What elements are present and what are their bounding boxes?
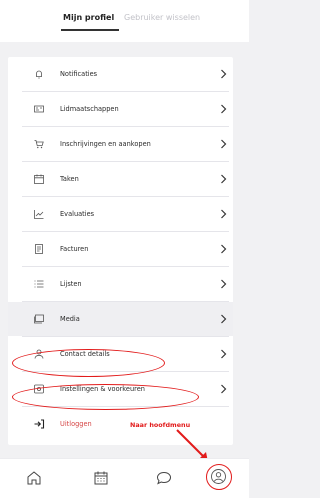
menu-item-facturen[interactable]: Facturen <box>8 232 233 266</box>
tab-gebruiker-wisselen[interactable]: Gebruiker wisselen <box>124 13 200 23</box>
chevron-right-icon <box>221 314 227 324</box>
chevron-right-icon <box>221 349 227 359</box>
profile-icon <box>211 469 226 484</box>
chevron-right-icon <box>221 174 227 184</box>
menu-item-taken[interactable]: Taken <box>8 162 233 196</box>
menu-item-evaluaties[interactable]: Evaluaties <box>8 197 233 231</box>
calendar-icon[interactable] <box>92 469 110 487</box>
list-icon <box>34 280 44 288</box>
chevron-right-icon <box>221 244 227 254</box>
top-tab-bar: Mijn profiel Gebruiker wisselen <box>0 0 249 42</box>
chevron-right-icon <box>221 104 227 114</box>
cart-icon <box>34 140 44 149</box>
active-tab-indicator <box>61 29 119 31</box>
menu-item-label: Facturen <box>60 245 89 253</box>
chevron-right-icon <box>221 69 227 79</box>
bell-icon <box>36 70 42 79</box>
media-icon <box>34 314 44 324</box>
chevron-right-icon <box>221 139 227 149</box>
menu-item-lidmaatschappen[interactable]: Lidmaatschappen <box>8 92 233 126</box>
profile-button[interactable] <box>206 464 232 490</box>
menu-item-inschrijvingen[interactable]: Inschrijvingen en aankopen <box>8 127 233 161</box>
annotation-ellipse-settings <box>12 384 199 410</box>
menu-item-label: Taken <box>60 175 79 183</box>
menu-item-label: Lidmaatschappen <box>60 105 119 113</box>
menu-item-label: Notificaties <box>60 70 98 78</box>
chart-icon <box>34 210 44 219</box>
bottom-nav-bar <box>0 458 249 498</box>
menu-item-notificaties[interactable]: Notificaties <box>8 57 233 91</box>
menu-item-label: Uitloggen <box>60 420 92 428</box>
menu-item-label: Inschrijvingen en aankopen <box>60 140 151 148</box>
menu-item-label: Media <box>60 315 80 323</box>
menu-item-media[interactable]: Media <box>8 302 233 336</box>
menu-item-label: Lijsten <box>60 280 82 288</box>
menu-item-label: Evaluaties <box>60 210 95 218</box>
membership-card-icon <box>34 105 44 113</box>
menu-item-lijsten[interactable]: Lijsten <box>8 267 233 301</box>
tab-mijn-profiel[interactable]: Mijn profiel <box>63 13 114 23</box>
annotation-ellipse-contact <box>12 349 165 377</box>
chat-icon[interactable] <box>155 469 173 487</box>
chevron-right-icon <box>221 209 227 219</box>
invoice-icon <box>35 244 43 254</box>
calendar-icon <box>34 174 44 184</box>
logout-icon <box>34 419 45 429</box>
home-icon[interactable] <box>25 469 43 487</box>
chevron-right-icon <box>221 279 227 289</box>
chevron-right-icon <box>221 384 227 394</box>
